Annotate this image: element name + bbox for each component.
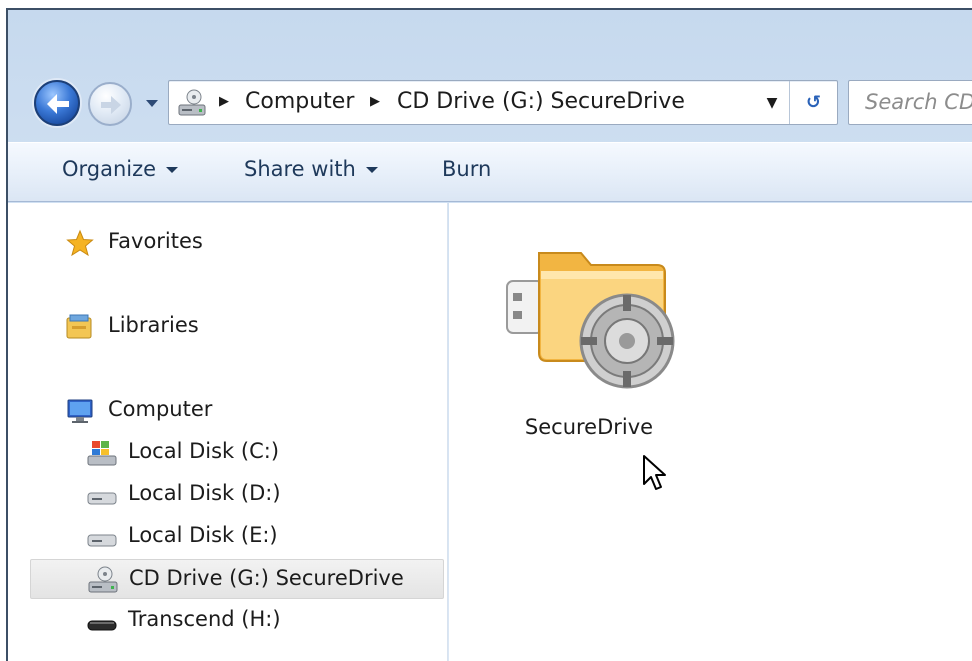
cd-drive-icon — [178, 89, 206, 116]
nav-item-drive-d[interactable]: Local Disk (D:) — [8, 475, 447, 515]
chevron-down-icon — [365, 167, 378, 173]
nav-item-favorites[interactable]: Favorites — [8, 223, 447, 263]
file-list: SecureDrive — [449, 203, 972, 661]
share-with-button[interactable]: Share with — [244, 157, 378, 181]
address-bar[interactable]: ▶ Computer ▶ CD Drive (G:) SecureDrive ▼… — [168, 80, 838, 125]
hard-drive-icon — [87, 534, 117, 547]
windows-drive-icon — [87, 441, 117, 466]
search-placeholder: Search CD — [865, 90, 972, 114]
navigation-pane: Favorites Libraries Computer Local Disk … — [8, 203, 448, 661]
burn-label: Burn — [442, 157, 492, 181]
nav-label-favorites: Favorites — [108, 229, 203, 253]
file-label: SecureDrive — [524, 415, 654, 439]
share-with-label: Share with — [244, 157, 356, 181]
libraries-icon — [66, 314, 92, 339]
forward-button[interactable] — [88, 82, 132, 126]
address-dropdown-button[interactable]: ▼ — [755, 81, 789, 124]
breadcrumb-cd-drive[interactable]: CD Drive (G:) SecureDrive — [397, 89, 685, 114]
refresh-button[interactable]: ↺ — [789, 81, 837, 124]
recent-pages-dropdown[interactable] — [146, 100, 158, 107]
burn-button[interactable]: Burn — [442, 157, 491, 181]
chevron-down-icon — [166, 167, 179, 173]
star-icon — [66, 229, 94, 257]
hard-drive-icon — [87, 492, 117, 505]
nav-label-drive: Local Disk (E:) — [128, 523, 278, 547]
file-item-securedrive[interactable]: SecureDrive — [489, 243, 689, 443]
breadcrumb-separator[interactable]: ▶ — [219, 94, 229, 109]
nav-item-drive-h[interactable]: Transcend (H:) — [8, 601, 447, 641]
nav-item-drive-e[interactable]: Local Disk (E:) — [8, 517, 447, 557]
nav-label-drive: Local Disk (C:) — [128, 439, 280, 463]
nav-item-computer[interactable]: Computer — [8, 391, 447, 431]
mouse-pointer-icon — [643, 455, 666, 490]
nav-label-drive: Transcend (H:) — [128, 607, 281, 631]
search-input[interactable]: Search CD — [848, 80, 972, 125]
secure-usb-folder-icon — [506, 252, 675, 389]
nav-item-libraries[interactable]: Libraries — [8, 307, 447, 347]
command-bar: Organize Share with Burn — [8, 142, 972, 202]
nav-label-drive: Local Disk (D:) — [128, 481, 281, 505]
nav-item-drive-g[interactable]: CD Drive (G:) SecureDrive — [30, 559, 444, 599]
back-button[interactable] — [34, 80, 80, 126]
back-arrow-icon — [47, 94, 69, 114]
forward-arrow-icon — [101, 96, 121, 114]
computer-icon — [67, 399, 93, 423]
organize-button[interactable]: Organize — [62, 157, 179, 181]
usb-drive-icon — [87, 620, 117, 631]
organize-label: Organize — [62, 157, 157, 181]
cd-drive-icon — [88, 566, 118, 593]
breadcrumb-computer[interactable]: Computer — [245, 89, 354, 114]
nav-label-libraries: Libraries — [108, 313, 199, 337]
nav-label-computer: Computer — [108, 397, 213, 421]
nav-label-drive: CD Drive (G:) SecureDrive — [129, 566, 404, 590]
breadcrumb-separator[interactable]: ▶ — [370, 94, 380, 109]
nav-item-drive-c[interactable]: Local Disk (C:) — [8, 433, 447, 473]
navigation-bar: ▶ Computer ▶ CD Drive (G:) SecureDrive ▼… — [8, 10, 972, 142]
explorer-window: ▶ Computer ▶ CD Drive (G:) SecureDrive ▼… — [6, 8, 972, 661]
